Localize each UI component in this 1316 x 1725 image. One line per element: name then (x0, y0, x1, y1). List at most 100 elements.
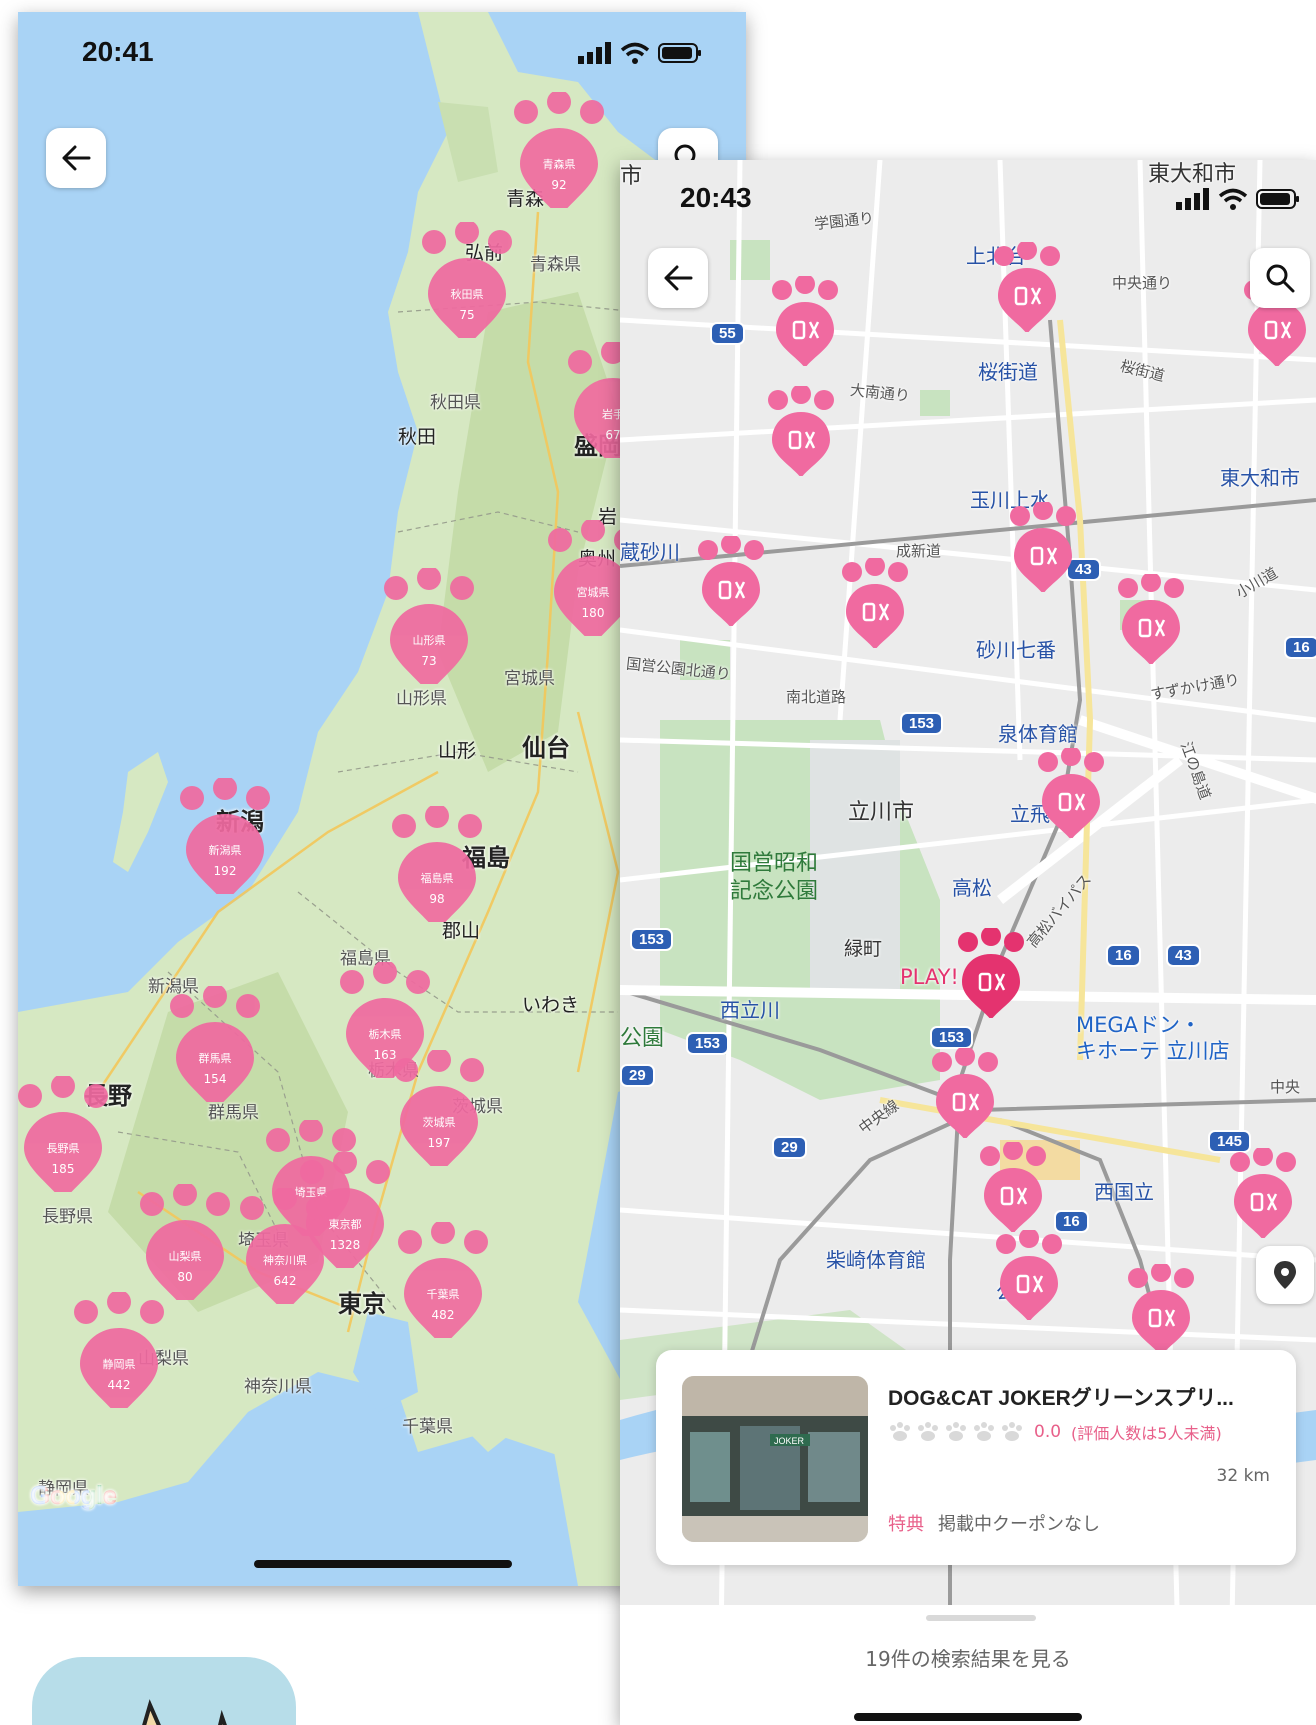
google-logo-text: Google (30, 1480, 117, 1510)
poi-label[interactable]: MEGAドン・ キホーテ 立川店 (1076, 1012, 1230, 1064)
pin-count: 192 (213, 864, 237, 878)
map-label: 秋田県 (430, 393, 481, 413)
poi-label[interactable]: PLAY! (900, 964, 959, 990)
pin-count: 642 (273, 1274, 297, 1288)
store-pin[interactable] (990, 240, 1064, 334)
prefecture-pin[interactable]: 神奈川県 642 (240, 1186, 330, 1314)
store-pin[interactable] (1114, 572, 1188, 666)
prefecture-pin[interactable]: 群馬県 154 (170, 984, 260, 1112)
wifi-icon (1218, 188, 1248, 210)
map-label: 山形 (438, 740, 477, 762)
shop-rating: 0.0 (評価人数は5人未満) (888, 1420, 1222, 1444)
station-label: 高松 (952, 876, 992, 900)
station-label: 蔵砂川 (620, 540, 680, 564)
pin-name: 青森県 (542, 158, 576, 171)
search-icon (1266, 264, 1295, 293)
pin-count: 442 (107, 1378, 131, 1392)
app-icon (32, 1657, 296, 1725)
shop-name[interactable]: DOG&CAT JOKERグリーンスプリ... (888, 1382, 1234, 1412)
pin-name: 静岡県 (102, 1358, 136, 1371)
paw-rating-icon (918, 1422, 938, 1441)
store-pin[interactable] (764, 384, 838, 478)
pin-count: 80 (177, 1270, 193, 1284)
store-pin[interactable] (1034, 746, 1108, 840)
area-label: 市 (620, 164, 643, 189)
station-label: 泉体育館 (998, 722, 1078, 746)
store-pin[interactable] (694, 534, 768, 628)
store-pin[interactable] (1006, 500, 1080, 594)
search-button[interactable] (1250, 248, 1310, 308)
back-button[interactable] (648, 248, 708, 308)
pin-name: 栃木県 (368, 1028, 402, 1041)
pin-name: 福島県 (420, 872, 454, 885)
google-logo: Google (30, 1480, 117, 1511)
map-label: 山形県 (396, 689, 447, 709)
signal-icon (1176, 188, 1209, 210)
route-badge: 29 (620, 1064, 655, 1087)
shop-distance: 32 km (1216, 1466, 1270, 1486)
bottom-sheet: 19件の検索結果を見る (620, 1605, 1316, 1725)
wifi-icon (620, 42, 650, 64)
storefront-image: JOKER (682, 1376, 868, 1542)
pin-name: 山形県 (412, 634, 446, 647)
route-badge: 16 (1284, 636, 1316, 659)
prefecture-pin[interactable]: 秋田県 75 (422, 220, 512, 348)
battery-icon (1256, 189, 1299, 209)
pin-count: 75 (459, 308, 475, 322)
rating-note: (評価人数は5人未満) (1071, 1424, 1222, 1443)
store-pin[interactable] (768, 274, 842, 368)
pin-count: 154 (203, 1072, 227, 1086)
area-label: 公園 (620, 1026, 665, 1051)
station-label: 西国立 (1094, 1180, 1154, 1204)
prefecture-pin[interactable]: 静岡県 442 (74, 1290, 164, 1418)
prefecture-pin[interactable]: 長野県 185 (18, 1074, 108, 1202)
prefecture-pin[interactable]: 新潟県 192 (180, 776, 270, 904)
prefecture-pin[interactable]: 青森県 92 (514, 90, 604, 218)
store-pin[interactable] (992, 1228, 1066, 1322)
pin-count: 98 (429, 892, 445, 906)
store-pin[interactable] (976, 1140, 1050, 1234)
perk-value: 掲載中クーポンなし (938, 1514, 1100, 1535)
view-results-button[interactable]: 19件の検索結果を見る (620, 1643, 1316, 1672)
paw-rating-icon (890, 1422, 910, 1441)
store-pin[interactable] (928, 1046, 1002, 1140)
home-indicator (854, 1713, 1082, 1721)
sheet-handle[interactable] (926, 1615, 1036, 1621)
map-label: 東京 (338, 1290, 386, 1318)
route-badge: 153 (630, 928, 674, 951)
station-label: 柴崎体育館 (826, 1248, 926, 1272)
map-label: 長野県 (42, 1207, 93, 1227)
map-label: 仙台 (522, 734, 570, 762)
map-label: 宮城県 (504, 669, 555, 689)
road-label: 中央 (1270, 1078, 1301, 1096)
prefecture-pin[interactable]: 山形県 73 (384, 566, 474, 694)
back-button[interactable] (46, 128, 106, 188)
map-label: 秋田 (398, 426, 437, 448)
prefecture-pin[interactable]: 茨城県 197 (394, 1048, 484, 1176)
paw-rating-icon (1002, 1422, 1022, 1441)
map-label: 神奈川県 (244, 1377, 312, 1397)
status-time: 20:43 (680, 182, 752, 213)
store-pin[interactable] (1226, 1146, 1300, 1240)
store-pin[interactable] (838, 556, 912, 650)
current-location-button[interactable] (1256, 1246, 1314, 1304)
store-pin[interactable] (1124, 1262, 1198, 1356)
location-pin-icon (1274, 1261, 1296, 1289)
prefecture-pin[interactable]: 千葉県 482 (398, 1220, 488, 1348)
status-icons (578, 42, 702, 64)
paw-rating-icon (974, 1422, 994, 1441)
pin-name: 千葉県 (426, 1288, 460, 1301)
pin-name: 秋田県 (450, 288, 484, 301)
area-label: 東大和市 (1148, 162, 1237, 187)
back-arrow-icon (664, 265, 693, 291)
prefecture-pin[interactable]: 福島県 98 (392, 804, 482, 932)
area-label: 東大和市 (1220, 466, 1300, 490)
pin-count: 73 (421, 654, 437, 668)
shop-card[interactable]: JOKER DOG&CAT JOKERグリーンスプリ... 0.0 (評価人数は… (656, 1350, 1296, 1565)
pin-count: 482 (431, 1308, 455, 1322)
station-label: 砂川七番 (976, 638, 1056, 662)
store-pin-selected[interactable] (954, 926, 1028, 1020)
map-label: いわき (522, 994, 580, 1016)
prefecture-pin[interactable]: 山梨県 80 (140, 1182, 230, 1310)
station-label: 西立川 (720, 998, 780, 1022)
